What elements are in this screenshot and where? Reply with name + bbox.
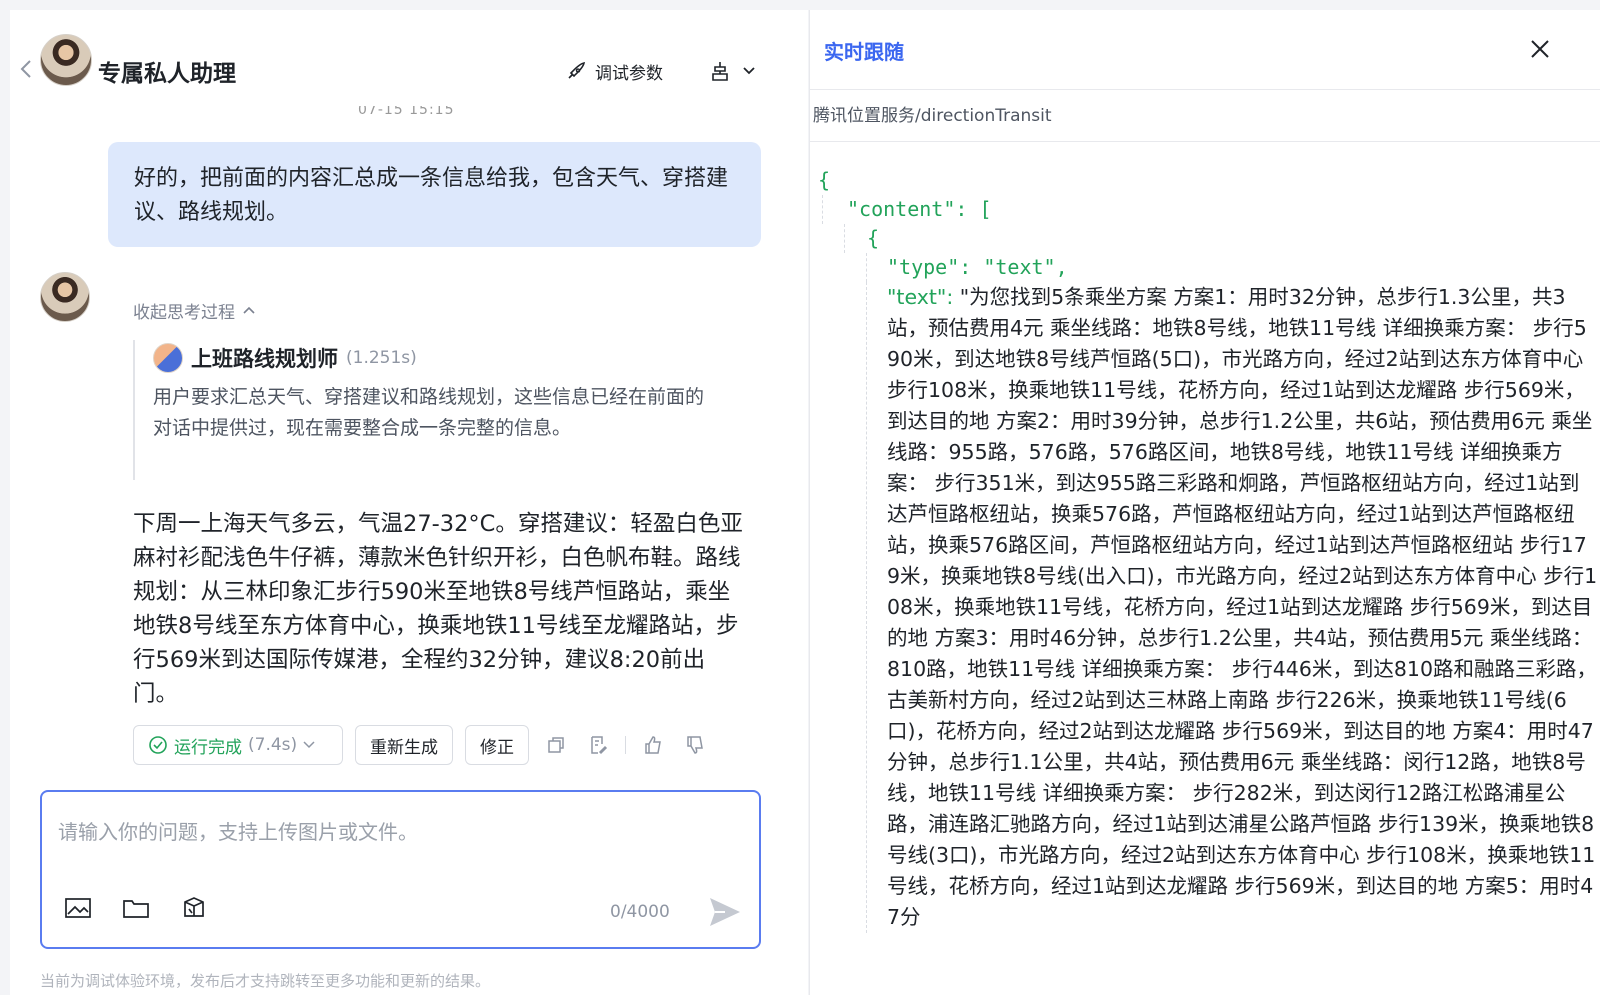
api-path: 腾讯位置服务/directionTransit: [810, 90, 1600, 142]
hierarchy-icon: [712, 62, 728, 81]
collapse-thinking-toggle[interactable]: 收起思考过程: [133, 298, 255, 323]
api-path-text: 腾讯位置服务/directionTransit: [813, 106, 1052, 126]
agent-avatar: [153, 343, 183, 373]
folder-icon[interactable]: [122, 896, 150, 920]
agent-row: 上班路线规划师 (1.251s): [153, 340, 703, 376]
json-content-key: "content": [: [822, 195, 1598, 224]
debug-params-label: 调试参数: [595, 63, 663, 84]
chat-panel: 专属私人助理 调试参数 07-15 15:15 好的，把前面的内容汇总成一条信息…: [10, 10, 808, 995]
thumbs-up-button[interactable]: [638, 730, 668, 760]
json-viewer: { "content": [ { "type": "text", "text":…: [818, 166, 1598, 933]
char-counter: 0/4000: [610, 902, 670, 922]
close-icon[interactable]: [1529, 38, 1551, 60]
edit-note-button[interactable]: [583, 730, 613, 760]
run-status-dropdown[interactable]: 运行完成 (7.4s): [133, 725, 343, 765]
regenerate-button[interactable]: 重新生成: [355, 725, 453, 765]
thumbs-up-icon: [645, 736, 661, 754]
edit-note-icon: [591, 736, 608, 755]
agent-name: 上班路线规划师: [191, 347, 338, 371]
chevron-up-icon: [243, 306, 255, 314]
back-arrow-icon[interactable]: [18, 58, 34, 80]
thinking-block: 上班路线规划师 (1.251s) 用户要求汇总天气、穿搭建议和路线规划，这些信息…: [133, 340, 704, 480]
message-composer: 0/4000: [40, 790, 761, 949]
package-icon[interactable]: [180, 896, 208, 920]
bot-avatar: [40, 272, 90, 322]
text-key: "text":: [887, 285, 960, 309]
thumbs-down-button[interactable]: [680, 730, 710, 760]
collapse-thinking-label: 收起思考过程: [133, 303, 235, 323]
mode-dropdown[interactable]: [710, 56, 756, 86]
chevron-down-icon: [743, 67, 755, 75]
revise-button[interactable]: 修正: [465, 725, 529, 765]
thinking-text: 用户要求汇总天气、穿搭建议和路线规划，这些信息已经在前面的对话中提供过，现在需要…: [153, 386, 705, 439]
composer-tools: [64, 896, 208, 920]
chat-header: 专属私人助理 调试参数: [10, 10, 808, 110]
run-status-time: (7.4s): [248, 735, 298, 755]
chevron-down-icon: [303, 741, 315, 749]
send-icon[interactable]: [707, 894, 743, 930]
panel-header: 实时跟随: [810, 10, 1600, 90]
user-message: 好的，把前面的内容汇总成一条信息给我，包含天气、穿搭建议、路线规划。: [108, 142, 761, 247]
assistant-avatar: [40, 34, 92, 86]
json-brace-open: {: [818, 168, 831, 192]
content-key-text: "content": [: [847, 197, 992, 221]
check-circle-icon: [149, 736, 167, 754]
json-item-brace: {: [844, 224, 1598, 253]
run-status-label: 运行完成: [174, 737, 242, 758]
image-upload-icon[interactable]: [64, 896, 92, 920]
message-actions: 运行完成 (7.4s) 重新生成 修正: [133, 725, 710, 765]
panel-title: 实时跟随: [824, 40, 904, 64]
live-follow-panel: 实时跟随 腾讯位置服务/directionTransit { "content"…: [809, 10, 1600, 995]
text-value: "为您找到5条乘坐方案 方案1：用时32分钟，总步行1.3公里，共3站，预估费用…: [887, 285, 1598, 929]
message-input[interactable]: [58, 820, 738, 844]
copy-icon: [548, 737, 564, 753]
rocket-icon: [568, 61, 586, 79]
debug-params-button[interactable]: 调试参数: [565, 56, 663, 86]
thumbs-down-icon: [687, 736, 703, 754]
agent-duration: (1.251s): [346, 348, 417, 368]
footer-note: 当前为调试体验环境，发布后才支持跳转至更多功能和更新的结果。: [40, 972, 491, 990]
json-type-line: "type": "text",: [866, 253, 1598, 282]
action-divider: [625, 736, 626, 754]
page-title: 专属私人助理: [98, 61, 236, 87]
message-timestamp: 07-15 15:15: [358, 106, 455, 118]
assistant-answer: 下周一上海天气多云，气温27-32°C。穿搭建议：轻盈白色亚麻衬衫配浅色牛仔裤，…: [133, 511, 743, 707]
json-text-value: "text": "为您找到5条乘坐方案 方案1：用时32分钟，总步行1.3公里，…: [866, 282, 1598, 933]
type-line-text: "type": "text",: [887, 255, 1068, 279]
copy-button[interactable]: [541, 730, 571, 760]
